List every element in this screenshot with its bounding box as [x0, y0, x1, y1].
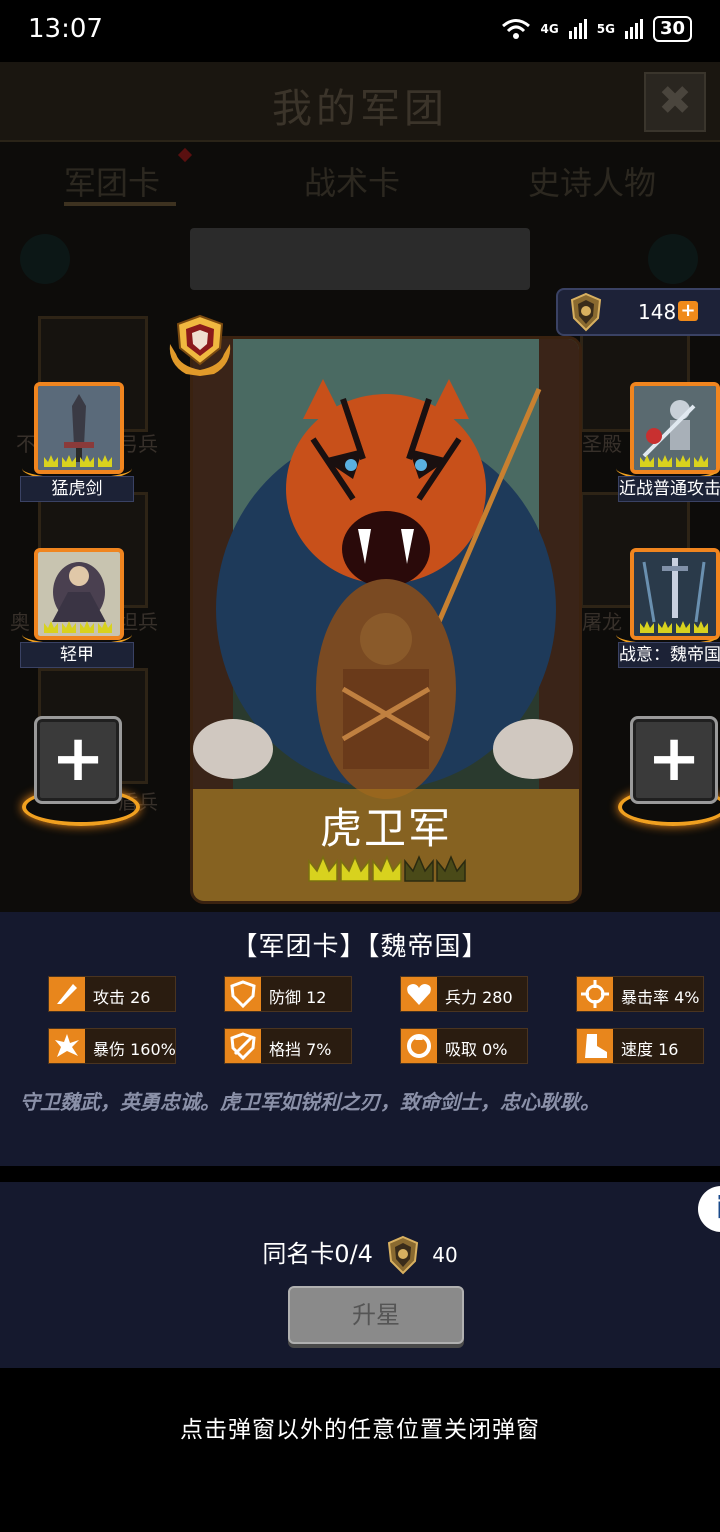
- stat-label: 暴击率 4%: [621, 988, 700, 1007]
- star-crowns: [308, 855, 466, 882]
- card-name: 虎卫军: [319, 804, 452, 853]
- duplicate-card-line: 同名卡0/4 40: [0, 1234, 720, 1275]
- background-card-label: 弓兵: [118, 432, 158, 456]
- stat-block: 格挡 7%: [224, 1028, 352, 1064]
- background-card-label: 不: [16, 432, 36, 456]
- close-icon: ✖: [644, 72, 706, 132]
- add-skill-button[interactable]: +: [630, 716, 718, 804]
- stat-troops: 兵力 280: [400, 976, 528, 1012]
- add-equipment-button[interactable]: +: [34, 716, 122, 804]
- signal-icon: [624, 19, 643, 39]
- page-title: 我的军团: [272, 86, 448, 132]
- search-input: [190, 228, 530, 290]
- stat-label: 兵力 280: [445, 988, 513, 1007]
- tab-legion-cards: 军团卡: [64, 164, 161, 202]
- tab-tactic-cards: 战术卡: [304, 164, 401, 202]
- burst-icon: [49, 1029, 85, 1063]
- status-bar: 13:07 4G 5G 30: [0, 0, 720, 62]
- add-currency-icon[interactable]: +: [678, 301, 698, 321]
- stat-speed: 速度 16: [576, 1028, 704, 1064]
- filter-icon: [648, 234, 698, 284]
- list-icon: [20, 234, 70, 284]
- emblem-icon: [570, 292, 602, 332]
- shield-icon: [225, 977, 261, 1011]
- close-hint[interactable]: 点击弹窗以外的任意位置关闭弹窗: [0, 1410, 720, 1444]
- wifi-icon: [501, 19, 530, 39]
- battery-icon: 30: [652, 16, 692, 42]
- background-card-label: 圣殿: [582, 432, 622, 456]
- duplicate-count: 同名卡0/4: [262, 1240, 373, 1268]
- stat-label: 暴伤 160%: [93, 1040, 176, 1059]
- slot-label: 猛虎剑: [20, 476, 134, 502]
- slot-label: 轻甲: [20, 642, 134, 668]
- block-icon: [225, 1029, 261, 1063]
- status-time: 13:07: [28, 14, 103, 44]
- card-description: 守卫魏武，英勇忠诚。虎卫军如锐利之刃，致命剑士，忠心耿耿。: [20, 1090, 600, 1114]
- rank-shield-icon: [169, 314, 231, 376]
- notification-dot: [177, 147, 193, 163]
- plus-icon: +: [647, 722, 701, 796]
- crosshair-icon: [577, 977, 613, 1011]
- boot-icon: [577, 1029, 613, 1063]
- emblem-icon: [387, 1235, 418, 1275]
- currency-amount: 148: [638, 300, 677, 324]
- stat-defense: 防御 12: [224, 976, 352, 1012]
- stat-label: 攻击 26: [93, 988, 151, 1007]
- card-info-panel: 【军团卡】【魏帝国】 攻击 26 防御 12 兵力 280 暴击率 4% 暴伤 …: [0, 912, 720, 1166]
- signal-icon: [568, 19, 587, 39]
- background-header: 我的军团 ✖: [0, 62, 720, 142]
- stat-label: 吸取 0%: [445, 1040, 508, 1059]
- star-up-button[interactable]: 升星: [288, 1286, 464, 1344]
- currency-badge[interactable]: 148 +: [556, 288, 720, 336]
- drain-icon: [401, 1029, 437, 1063]
- tab-epic-heroes: 史诗人物: [528, 164, 657, 202]
- plus-icon: +: [51, 722, 105, 796]
- slot-label: 战意：魏帝国: [618, 642, 720, 668]
- network-5g-label: 5G: [596, 22, 615, 36]
- stat-drain: 吸取 0%: [400, 1028, 528, 1064]
- stat-label: 防御 12: [269, 988, 327, 1007]
- status-icons: 4G 5G 30: [501, 16, 692, 42]
- star-up-label: 升星: [352, 1301, 400, 1329]
- upgrade-cost: 40: [432, 1243, 458, 1267]
- card-category: 【军团卡】【魏帝国】: [231, 932, 489, 962]
- sword-icon: [49, 977, 85, 1011]
- background-card-label: 屠龙: [582, 610, 622, 634]
- stat-crit-rate: 暴击率 4%: [576, 976, 704, 1012]
- legion-card: 虎卫军: [190, 336, 582, 904]
- stat-crit-damage: 暴伤 160%: [48, 1028, 176, 1064]
- network-4g-label: 4G: [540, 22, 559, 36]
- stat-label: 速度 16: [621, 1040, 679, 1059]
- heart-icon: [401, 977, 437, 1011]
- tab-underline: [64, 202, 176, 206]
- stat-label: 格挡 7%: [269, 1040, 332, 1059]
- upgrade-panel: 同名卡0/4 40 升星: [0, 1182, 720, 1368]
- slot-label: 近战普通攻击: [618, 476, 720, 502]
- stat-attack: 攻击 26: [48, 976, 176, 1012]
